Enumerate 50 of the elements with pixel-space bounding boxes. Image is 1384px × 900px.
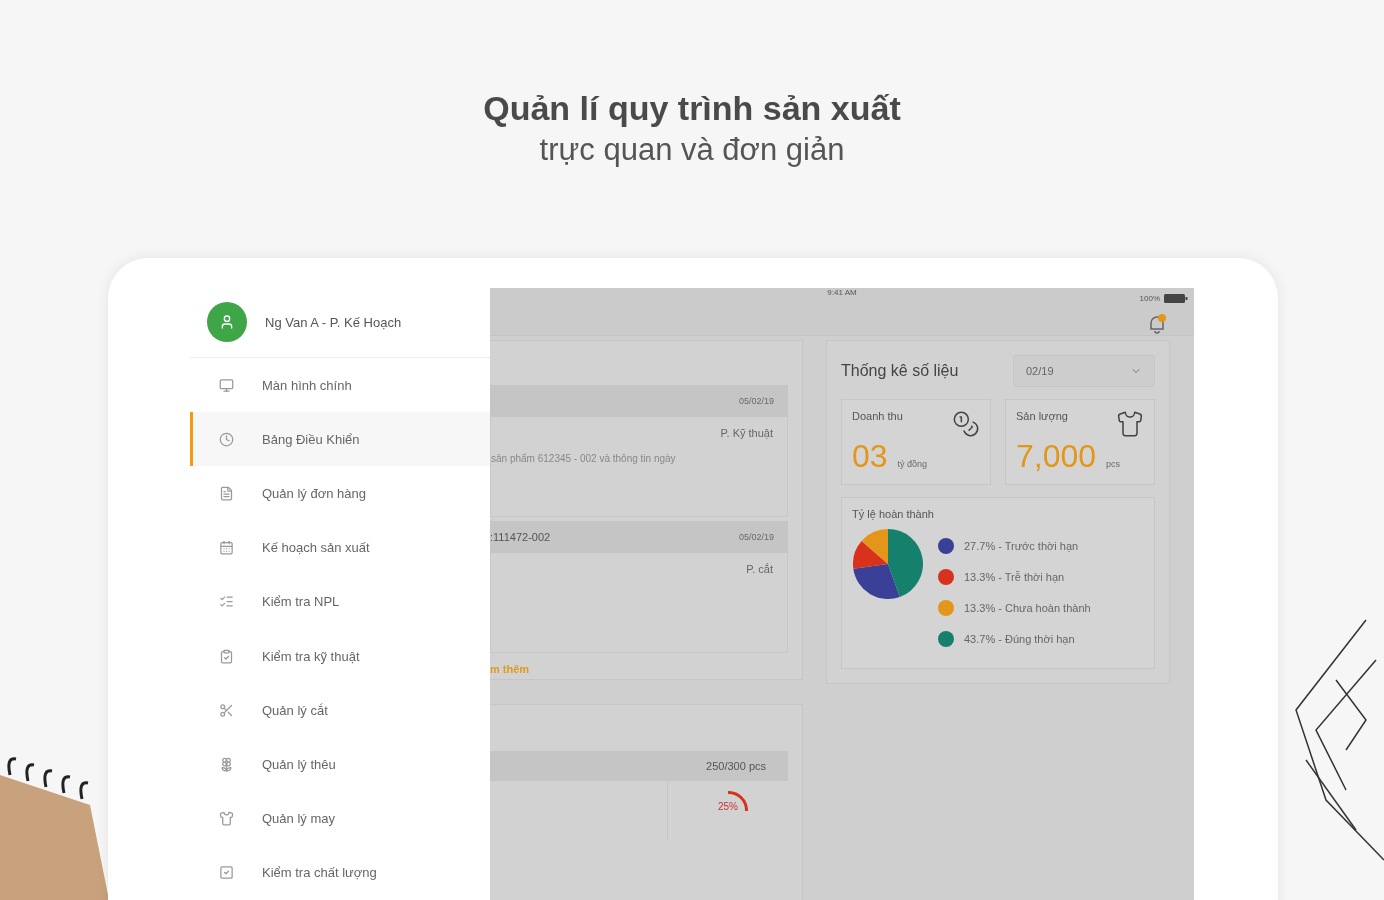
menu-item[interactable]: Kế hoạch sản xuất <box>190 520 490 575</box>
headline-title: Quản lí quy trình sản xuất <box>483 88 901 129</box>
menu-icon <box>219 431 234 447</box>
period-dropdown[interactable]: 02/19 <box>1013 355 1155 387</box>
menu-item[interactable]: Kiểm tra chất lượng <box>190 845 490 900</box>
shirt-icon <box>1116 410 1144 438</box>
order-code: :111472-002 <box>490 531 551 543</box>
stat-value: 03 <box>852 438 888 475</box>
menu-icon <box>219 757 234 772</box>
notification-text: sản phẩm 612345 - 002 và thông tin ngày <box>491 453 676 464</box>
completion-title: Tỷ lệ hoàn thành <box>852 508 935 520</box>
battery-icon <box>1164 294 1188 303</box>
legend-label: 13.3% - Chưa hoàn thành <box>964 602 1091 614</box>
coins-icon <box>952 410 980 438</box>
stat-value: 7,000 <box>1016 438 1097 475</box>
menu-icon <box>219 702 234 718</box>
battery-percent: 100% <box>1139 294 1160 303</box>
menu-item[interactable]: Quản lý cắt <box>190 683 490 738</box>
notification-date: 05/02/19 <box>738 532 774 542</box>
stat-label: Sản lượng <box>1016 410 1068 422</box>
menu-icon <box>219 865 234 881</box>
legend-label: 13.3% - Trễ thời hạn <box>964 571 1065 583</box>
menu-item[interactable]: Kiểm tra kỹ thuật <box>190 629 490 684</box>
department-label: P. cắt <box>746 563 773 575</box>
menu-icon <box>219 377 234 393</box>
menu-item[interactable]: Màn hình chính <box>190 358 490 413</box>
menu-item[interactable]: Quản lý may <box>190 791 490 846</box>
stat-unit: tỷ đồng <box>897 459 928 469</box>
notification-date: 05/02/19 <box>738 396 774 406</box>
menu-icon <box>219 811 234 827</box>
stat-unit: pcs <box>1106 459 1121 469</box>
statistics-title: Thống kê số liệu <box>841 362 959 380</box>
legend-label: 27.7% - Trước thời hạn <box>964 540 1079 552</box>
menu-icon <box>219 486 234 501</box>
menu-item[interactable]: Bảng Điều Khiển <box>190 412 490 467</box>
menu-icon <box>219 594 234 610</box>
avatar-icon <box>207 302 247 343</box>
menu-item[interactable]: Kiểm tra NPL <box>190 574 490 629</box>
department-label: P. Kỹ thuật <box>720 427 773 439</box>
user-name: Ng Van A - P. Kế Hoạch <box>265 315 402 330</box>
legend-label: 43.7% - Đúng thời hạn <box>964 633 1075 645</box>
stat-label: Doanh thu <box>852 410 903 422</box>
progress-percent: 25% <box>717 801 739 812</box>
menu-icon <box>219 540 234 556</box>
status-time: 9:41 AM <box>827 288 857 297</box>
menu-item[interactable]: Quản lý đơn hàng <box>190 466 490 521</box>
menu-item[interactable]: Quản lý thêu <box>190 737 490 792</box>
menu-icon <box>219 648 234 664</box>
piece-count: 250/300 pcs <box>706 760 766 772</box>
headline-subtitle: trực quan và đơn giản <box>539 131 845 169</box>
